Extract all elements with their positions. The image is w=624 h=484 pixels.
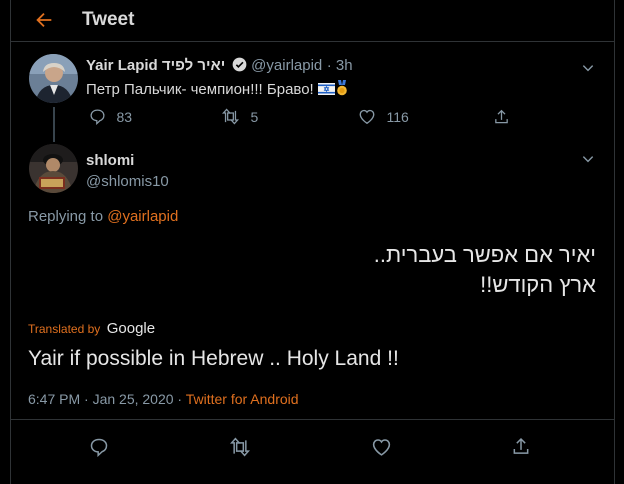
page-title: Tweet — [82, 9, 135, 30]
tweet-text: Петр Пальчик- чемпион!!! Браво! — [86, 81, 314, 98]
replying-to: Replying to @yairlapid — [28, 208, 178, 225]
parent-tweet-text: Петр Пальчик- чемпион!!! Браво! — [86, 80, 349, 98]
retweet-count: 5 — [250, 109, 259, 125]
replying-to-label: Replying to — [28, 208, 104, 225]
avatar-yairlapid[interactable] — [29, 54, 78, 103]
like-count: 116 — [386, 109, 409, 125]
tweet-source[interactable]: Twitter for Android — [186, 391, 299, 407]
reply-count: 83 — [116, 109, 133, 125]
israel-flag-icon — [317, 83, 335, 95]
share-icon[interactable] — [493, 108, 510, 126]
tweet-date[interactable]: 6:47 PM · Jan 25, 2020 · — [28, 391, 182, 407]
retweet-icon — [221, 108, 240, 125]
header: Tweet — [11, 0, 614, 42]
tweet-time[interactable]: · 3h — [327, 57, 353, 74]
tweet-text-line-2: ארץ הקודש!! — [480, 272, 596, 297]
heart-icon — [359, 109, 375, 125]
google-logo: Google — [106, 320, 156, 337]
author-name[interactable]: Yair Lapid יאיר לפיד — [86, 57, 225, 74]
translated-text: Yair if possible in Hebrew .. Holy Land … — [28, 347, 399, 370]
author-handle[interactable]: @shlomis10 — [86, 173, 169, 190]
tweet-meta: 6:47 PM · Jan 25, 2020 · Twitter for And… — [28, 391, 299, 407]
translation-attribution: Translated by Google — [28, 320, 155, 338]
avatar-shlomi[interactable] — [29, 144, 78, 193]
author-name[interactable]: shlomi — [86, 152, 134, 169]
like-action[interactable]: 116 — [358, 108, 409, 127]
verified-badge-icon — [232, 57, 247, 72]
author-handle[interactable]: @yairlapid — [251, 57, 322, 74]
replying-to-link[interactable]: @yairlapid — [107, 208, 178, 225]
thread-connector — [53, 107, 55, 142]
translated-by-label: Translated by — [28, 322, 101, 336]
reply-icon[interactable] — [89, 437, 109, 457]
tweet-detail-page: Tweet Yair Lapid יאיר לפיד @yairlapid · … — [10, 0, 615, 484]
divider — [11, 419, 614, 420]
back-arrow-icon[interactable] — [33, 9, 55, 31]
share-icon[interactable] — [511, 436, 531, 457]
retweet-action[interactable]: 5 — [221, 108, 258, 127]
chevron-down-icon[interactable] — [581, 152, 595, 166]
parent-tweet-header: Yair Lapid יאיר לפיד @yairlapid · 3h — [86, 57, 353, 75]
chevron-down-icon[interactable] — [581, 61, 595, 75]
retweet-icon[interactable] — [229, 437, 251, 457]
tweet-text-line-1: יאיר אם אפשר בעברית.. — [373, 242, 596, 267]
heart-icon[interactable] — [371, 437, 392, 457]
reply-icon — [90, 109, 105, 125]
reply-action[interactable]: 83 — [89, 108, 132, 127]
medal-icon — [335, 80, 349, 96]
